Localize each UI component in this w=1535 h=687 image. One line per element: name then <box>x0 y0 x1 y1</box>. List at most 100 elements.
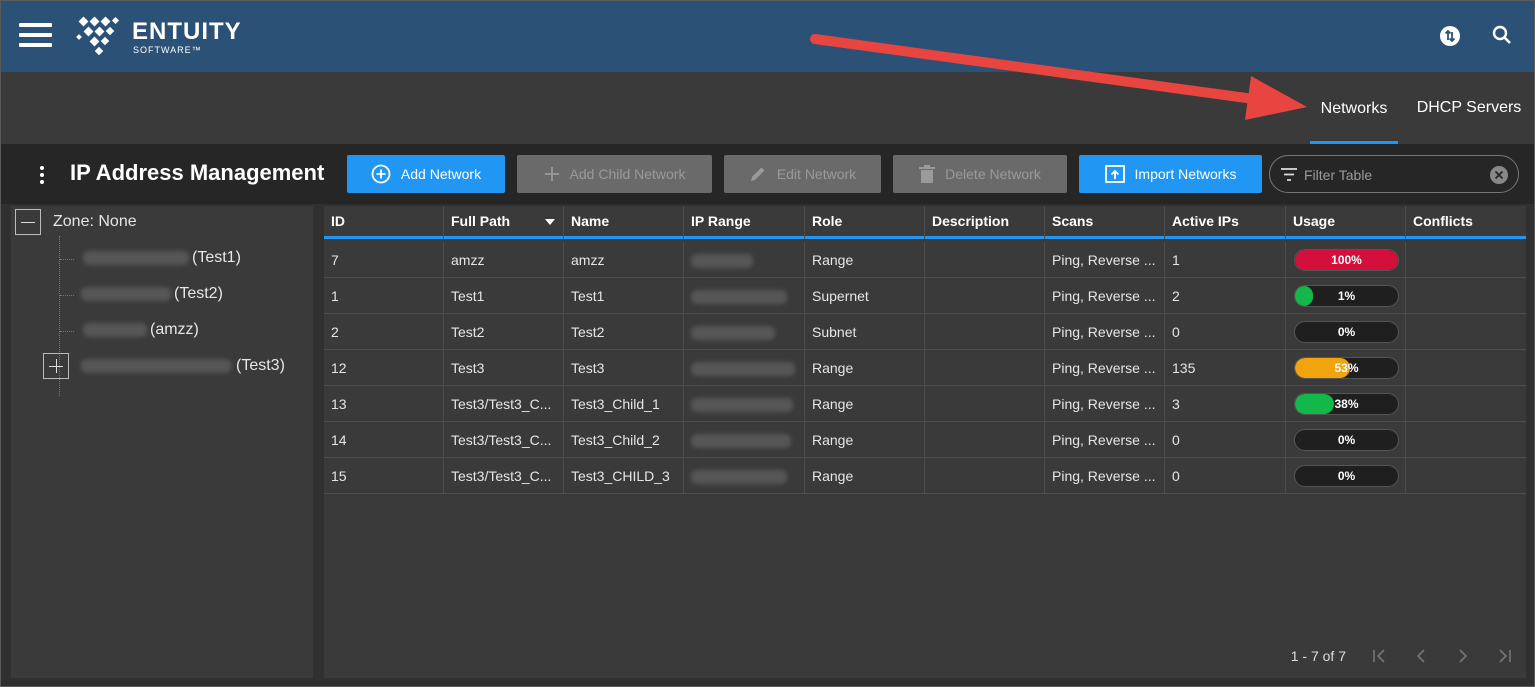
cell-scans: Ping, Reverse ... <box>1045 458 1165 494</box>
cell-ip-range <box>684 314 805 350</box>
cell-active-ips: 0 <box>1165 458 1286 494</box>
cell-conflicts <box>1406 422 1526 458</box>
cell-scans: Ping, Reverse ... <box>1045 278 1165 314</box>
column-header-scans[interactable]: Scans <box>1045 206 1165 239</box>
logo-mark-icon <box>76 16 120 56</box>
cell-full-path: Test3/Test3_C... <box>444 458 564 494</box>
import-icon <box>1104 165 1125 183</box>
redacted-ip-range <box>691 470 787 485</box>
delete-network-button[interactable]: Delete Network <box>893 155 1067 193</box>
usage-bar: 38% <box>1294 393 1399 415</box>
cell-role: Range <box>805 242 925 278</box>
column-header-name[interactable]: Name <box>564 206 684 239</box>
usage-label: 0% <box>1337 325 1356 339</box>
table-row[interactable]: 2 Test2 Test2 Subnet Ping, Reverse ... 0 0% <box>324 314 1526 350</box>
toolbar: IP Address Management Add Network Add Ch… <box>1 144 1534 204</box>
cell-name: amzz <box>564 242 684 278</box>
table-row[interactable]: 13 Test3/Test3_C... Test3_Child_1 Range Ping… <box>324 386 1526 422</box>
top-app-bar: ENTUITY SOFTWARE™ <box>1 1 1534 72</box>
cell-active-ips: 2 <box>1165 278 1286 314</box>
cell-description <box>925 242 1045 278</box>
sync-icon[interactable] <box>1438 24 1462 48</box>
last-page-icon[interactable] <box>1484 644 1526 668</box>
cell-full-path: amzz <box>444 242 564 278</box>
column-header-conflicts[interactable]: Conflicts <box>1406 206 1526 239</box>
table-row[interactable]: 14 Test3/Test3_C... Test3_Child_2 Range Ping… <box>324 422 1526 458</box>
first-page-icon[interactable] <box>1358 644 1400 668</box>
cell-ip-range <box>684 350 805 386</box>
cell-full-path: Test1 <box>444 278 564 314</box>
cell-description <box>925 458 1045 494</box>
column-header-usage[interactable]: Usage <box>1286 206 1406 239</box>
add-network-label: Add Network <box>400 166 482 182</box>
column-header-description[interactable]: Description <box>925 206 1045 239</box>
tree-item[interactable]: (amzz) <box>83 316 199 344</box>
table-row[interactable]: 1 Test1 Test1 Supernet Ping, Reverse ... 2 1% <box>324 278 1526 314</box>
edit-network-label: Edit Network <box>776 166 857 182</box>
cell-ip-range <box>684 422 805 458</box>
cell-id: 13 <box>324 386 444 422</box>
collapse-icon[interactable] <box>15 209 41 235</box>
clear-filter-icon[interactable] <box>1489 165 1509 185</box>
cell-description <box>925 386 1045 422</box>
usage-bar: 0% <box>1294 321 1399 343</box>
tree-guide-dash <box>60 295 74 296</box>
cell-full-path: Test3 <box>444 350 564 386</box>
cell-role: Subnet <box>805 314 925 350</box>
cell-ip-range <box>684 278 805 314</box>
tab-networks[interactable]: Networks <box>1310 98 1398 144</box>
add-child-network-button[interactable]: Add Child Network <box>517 155 712 193</box>
cell-role: Range <box>805 386 925 422</box>
cell-ip-range <box>684 242 805 278</box>
column-header-id[interactable]: ID <box>324 206 444 239</box>
pagination-summary: 1 - 7 of 7 <box>1290 648 1346 664</box>
column-header-full-path[interactable]: Full Path <box>444 206 564 239</box>
cell-usage: 53% <box>1286 350 1406 386</box>
column-header-active-ips[interactable]: Active IPs <box>1165 206 1286 239</box>
logo-word: ENTUITY <box>132 18 242 45</box>
tab-dhcp-servers[interactable]: DHCP Servers <box>1413 97 1525 143</box>
sort-down-icon <box>545 219 555 225</box>
redacted-address <box>81 359 231 373</box>
table-header: ID Full Path Name IP Range Role Descript… <box>324 206 1526 239</box>
tree-root-row[interactable]: Zone: None <box>15 208 137 236</box>
cell-conflicts <box>1406 350 1526 386</box>
table-row[interactable]: 7 amzz amzz Range Ping, Reverse ... 1 100% <box>324 242 1526 278</box>
cell-name: Test3_Child_1 <box>564 386 684 422</box>
tree-item-expandable[interactable]: (Test3) <box>43 352 285 380</box>
usage-label: 0% <box>1337 433 1356 447</box>
cell-conflicts <box>1406 314 1526 350</box>
tree-item[interactable]: (Test2) <box>81 280 223 308</box>
cell-description <box>925 350 1045 386</box>
more-options-icon[interactable] <box>37 166 47 186</box>
column-header-ip-range[interactable]: IP Range <box>684 206 805 239</box>
cell-scans: Ping, Reverse ... <box>1045 386 1165 422</box>
plus-icon <box>544 167 559 181</box>
add-network-button[interactable]: Add Network <box>347 155 505 193</box>
column-header-role[interactable]: Role <box>805 206 925 239</box>
cell-role: Range <box>805 458 925 494</box>
table-row[interactable]: 15 Test3/Test3_C... Test3_CHILD_3 Range Ping… <box>324 458 1526 494</box>
table-row[interactable]: 12 Test3 Test3 Range Ping, Reverse ... 135 53% <box>324 350 1526 386</box>
import-networks-button[interactable]: Import Networks <box>1079 155 1262 193</box>
filter-table-field[interactable] <box>1269 155 1519 193</box>
cell-full-path: Test3/Test3_C... <box>444 386 564 422</box>
previous-page-icon[interactable] <box>1400 644 1442 668</box>
hamburger-menu-icon[interactable] <box>19 23 52 47</box>
cell-scans: Ping, Reverse ... <box>1045 242 1165 278</box>
expand-icon[interactable] <box>43 353 69 379</box>
cell-conflicts <box>1406 242 1526 278</box>
cell-description <box>925 278 1045 314</box>
usage-bar: 100% <box>1294 249 1399 271</box>
edit-network-button[interactable]: Edit Network <box>724 155 881 193</box>
cell-name: Test3 <box>564 350 684 386</box>
filter-input[interactable] <box>1304 164 1484 186</box>
tree-item[interactable]: (Test1) <box>83 244 241 272</box>
search-icon[interactable] <box>1491 24 1515 48</box>
redacted-ip-range <box>691 362 795 377</box>
usage-label: 100% <box>1331 253 1362 267</box>
pencil-icon <box>750 167 765 181</box>
cell-usage: 100% <box>1286 242 1406 278</box>
cell-description <box>925 422 1045 458</box>
next-page-icon[interactable] <box>1442 644 1484 668</box>
